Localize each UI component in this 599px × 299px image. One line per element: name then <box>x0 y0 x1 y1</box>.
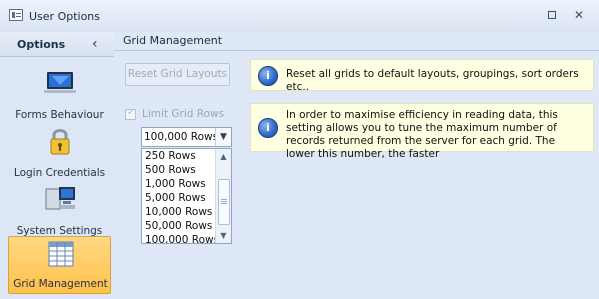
info-icon: i <box>258 118 278 138</box>
info-icon: i <box>258 66 278 86</box>
sidebar-item-system-settings[interactable]: System Settings <box>8 182 111 240</box>
scroll-up-icon[interactable]: ▲ <box>217 150 230 163</box>
close-icon[interactable]: ✕ <box>573 9 585 21</box>
sidebar-header: Options ‹ <box>0 32 114 57</box>
lock-icon <box>50 129 70 155</box>
chevron-down-icon[interactable]: ▼ <box>215 128 231 146</box>
selected-row-limit: 100,000 Rows <box>144 131 219 143</box>
sidebar-item-label: Login Credentials <box>13 167 106 179</box>
dropdown-option[interactable]: 10,000 Rows <box>145 206 212 219</box>
window-title: User Options <box>29 10 101 23</box>
limit-grid-rows-label: Limit Grid Rows <box>142 108 225 120</box>
user-options-window: User Options ✕ Options ‹ Forms Behaviour <box>0 0 599 299</box>
limit-grid-rows-row[interactable]: Limit Grid Rows <box>125 106 245 124</box>
sidebar-item-login-credentials[interactable]: Login Credentials <box>8 124 111 182</box>
section-title: Grid Management <box>123 34 223 47</box>
limit-grid-rows-checkbox[interactable] <box>125 107 136 120</box>
sidebar-item-forms-behaviour[interactable]: Forms Behaviour <box>8 66 111 124</box>
options-sidebar: Options ‹ Forms Behaviour Login Credenti… <box>0 32 115 299</box>
sidebar-item-label: Forms Behaviour <box>15 109 104 121</box>
scroll-thumb[interactable] <box>218 179 230 225</box>
title-bar: User Options ✕ <box>0 0 599 33</box>
row-limit-select[interactable]: 100,000 Rows ▼ <box>141 127 232 147</box>
limit-info-box: i In order to maximise efficiency in rea… <box>250 103 594 160</box>
sidebar-title: Options <box>17 38 66 51</box>
dropdown-scrollbar[interactable]: ▲ ▼ <box>215 149 231 243</box>
dropdown-option[interactable]: 50,000 Rows <box>145 220 212 233</box>
scroll-grip-icon <box>221 199 227 200</box>
options-window-icon <box>9 9 23 21</box>
limit-info-text: In order to maximise efficiency in readi… <box>286 109 558 160</box>
table-icon <box>48 241 74 267</box>
grid-management-panel: Grid Management Reset Grid Layouts i Res… <box>114 32 599 299</box>
restore-icon[interactable] <box>546 9 558 21</box>
row-limit-dropdown[interactable]: 250 Rows 500 Rows 1,000 Rows 5,000 Rows … <box>141 148 232 244</box>
dropdown-option[interactable]: 250 Rows <box>145 150 196 163</box>
dropdown-option[interactable]: 5,000 Rows <box>145 192 206 205</box>
chevron-left-icon[interactable]: ‹ <box>92 36 98 52</box>
monitor-icon <box>44 72 76 93</box>
section-divider <box>114 50 599 51</box>
sidebar-item-grid-management[interactable]: Grid Management <box>8 236 111 294</box>
dropdown-option[interactable]: 1,000 Rows <box>145 178 206 191</box>
scroll-down-icon[interactable]: ▼ <box>217 229 230 242</box>
dropdown-option[interactable]: 100,000 Rows <box>145 234 219 243</box>
dropdown-option[interactable]: 500 Rows <box>145 164 196 177</box>
computer-icon <box>45 187 75 210</box>
sidebar-item-label: Grid Management <box>13 278 108 290</box>
reset-info-box: i Reset all grids to default layouts, gr… <box>250 59 594 93</box>
reset-grid-layouts-button[interactable]: Reset Grid Layouts <box>125 63 230 86</box>
reset-info-text: Reset all grids to default layouts, grou… <box>286 68 579 93</box>
